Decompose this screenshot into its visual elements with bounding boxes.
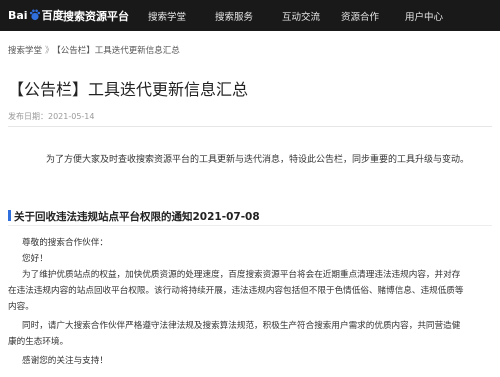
breadcrumb-current: 【公告栏】工具迭代更新信息汇总 [56, 46, 180, 56]
paragraph-2-line-2: 康的生态环境。 [8, 337, 69, 347]
publish-date: 发布日期：2021-05-14 [8, 112, 95, 121]
platform-name[interactable]: 搜索资源平台 [63, 8, 129, 24]
paragraph-1-line-2: 在违法违规内容的站点回收平台权限。该行动将持续开展，违法违规内容包括但不限于色情… [8, 286, 464, 296]
section-accent-bar [8, 210, 11, 221]
nav-item-community[interactable]: 互动交流 [282, 9, 320, 23]
section-title: 关于回收违法违规站点平台权限的通知2021-07-08 [14, 211, 260, 223]
logo-text-bai: Bai [8, 8, 28, 22]
logo-text-baidu: 百度 [41, 9, 64, 22]
nav-item-services[interactable]: 搜索服务 [215, 9, 253, 23]
paragraph-1-line-3: 内容。 [8, 302, 34, 312]
baidu-logo[interactable]: Bai 百度 [8, 6, 64, 24]
thanks-text: 感谢您的关注与支持！ [22, 356, 108, 366]
hello: 您好！ [22, 254, 48, 264]
nav-item-school[interactable]: 搜索学堂 [148, 9, 186, 23]
greeting: 尊敬的搜索合作伙伴： [22, 238, 108, 248]
paragraph-2-line-1: 同时，请广大搜索合作伙伴严格遵守法律法规及搜索算法规范，积极生产符合搜索用户需求… [22, 321, 461, 331]
section-divider [8, 225, 492, 226]
divider [8, 126, 492, 127]
intro-text: 为了方便大家及时查收搜索资源平台的工具更新与迭代消息，特设此公告栏，同步重要的工… [46, 155, 470, 165]
nav-item-user-center[interactable]: 用户中心 [405, 9, 443, 23]
breadcrumb-separator: 》 [45, 46, 54, 56]
top-nav-bar: Bai 百度 搜索资源平台 搜索学堂 搜索服务 互动交流 资源合作 用户中心 [0, 0, 500, 31]
breadcrumb: 搜索学堂》【公告栏】工具迭代更新信息汇总 [8, 44, 180, 56]
nav-item-cooperation[interactable]: 资源合作 [341, 9, 379, 23]
page-title: 【公告栏】工具迭代更新信息汇总 [8, 80, 249, 99]
breadcrumb-home[interactable]: 搜索学堂 [8, 46, 42, 56]
paw-icon [29, 9, 40, 21]
paragraph-1-line-1: 为了维护优质站点的权益，加快优质资源的处理速度，百度搜索资源平台将会在近期重点清… [22, 270, 461, 280]
